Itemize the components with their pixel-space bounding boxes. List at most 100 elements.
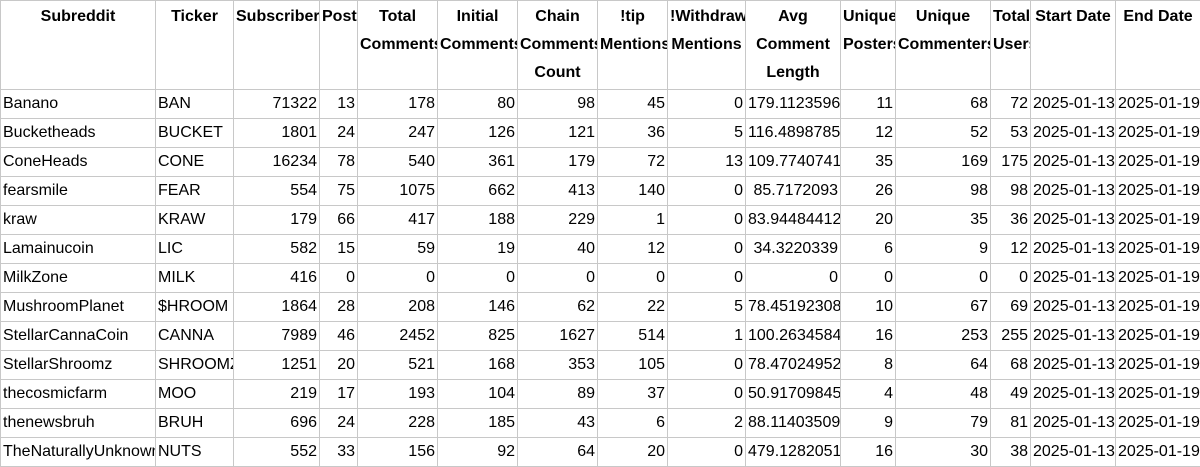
cell-avg-comment-length: 34.3220339 — [746, 235, 841, 264]
cell-total-comments: 208 — [358, 293, 438, 322]
table-row: StellarCannaCoinCANNA7989462452825162751… — [1, 322, 1200, 351]
cell-avg-comment-length: 179.1123596 — [746, 90, 841, 119]
cell-avg-comment-length: 479.1282051 — [746, 438, 841, 467]
cell-ticker: SHROOMZ — [156, 351, 234, 380]
cell-subscribers: 16234 — [234, 148, 320, 177]
cell-subscribers: 1251 — [234, 351, 320, 380]
cell-subreddit: thenewsbruh — [1, 409, 156, 438]
header-row: Subreddit Ticker Subscribers Posts Total… — [1, 1, 1200, 90]
cell-total-users: 81 — [991, 409, 1031, 438]
cell-end-date: 2025-01-19 — [1116, 409, 1200, 438]
cell-end-date: 2025-01-19 — [1116, 235, 1200, 264]
cell-total-comments: 2452 — [358, 322, 438, 351]
cell-end-date: 2025-01-19 — [1116, 322, 1200, 351]
cell-chain-comments-count: 62 — [518, 293, 598, 322]
cell-chain-comments-count: 64 — [518, 438, 598, 467]
cell-unique-posters: 10 — [841, 293, 896, 322]
cell-total-users: 38 — [991, 438, 1031, 467]
cell-start-date: 2025-01-13 — [1031, 409, 1116, 438]
cell-initial-comments: 188 — [438, 206, 518, 235]
cell-total-comments: 417 — [358, 206, 438, 235]
cell-unique-commenters: 0 — [896, 264, 991, 293]
cell-unique-commenters: 35 — [896, 206, 991, 235]
cell-posts: 0 — [320, 264, 358, 293]
cell-posts: 15 — [320, 235, 358, 264]
cell-subreddit: fearsmile — [1, 177, 156, 206]
cell-initial-comments: 168 — [438, 351, 518, 380]
cell-unique-commenters: 64 — [896, 351, 991, 380]
cell-initial-comments: 361 — [438, 148, 518, 177]
cell-chain-comments-count: 1627 — [518, 322, 598, 351]
cell-unique-posters: 20 — [841, 206, 896, 235]
cell-start-date: 2025-01-13 — [1031, 206, 1116, 235]
cell-unique-commenters: 253 — [896, 322, 991, 351]
cell-withdraw-mentions: 5 — [668, 119, 746, 148]
cell-avg-comment-length: 78.47024952 — [746, 351, 841, 380]
cell-total-users: 36 — [991, 206, 1031, 235]
cell-tip-mentions: 0 — [598, 264, 668, 293]
cell-withdraw-mentions: 0 — [668, 235, 746, 264]
cell-end-date: 2025-01-19 — [1116, 119, 1200, 148]
cell-end-date: 2025-01-19 — [1116, 438, 1200, 467]
cell-subscribers: 554 — [234, 177, 320, 206]
cell-end-date: 2025-01-19 — [1116, 177, 1200, 206]
header-tip-mentions: !tip Mentions — [598, 1, 668, 90]
cell-initial-comments: 185 — [438, 409, 518, 438]
cell-subreddit: Bucketheads — [1, 119, 156, 148]
table-row: krawKRAW179664171882291083.9448441220353… — [1, 206, 1200, 235]
cell-total-users: 255 — [991, 322, 1031, 351]
header-initial-comments: Initial Comments — [438, 1, 518, 90]
table-row: ConeHeadsCONE16234785403611797213109.774… — [1, 148, 1200, 177]
cell-unique-commenters: 98 — [896, 177, 991, 206]
cell-posts: 13 — [320, 90, 358, 119]
cell-withdraw-mentions: 5 — [668, 293, 746, 322]
cell-posts: 24 — [320, 409, 358, 438]
cell-total-comments: 228 — [358, 409, 438, 438]
cell-start-date: 2025-01-13 — [1031, 322, 1116, 351]
cell-total-users: 68 — [991, 351, 1031, 380]
cell-initial-comments: 104 — [438, 380, 518, 409]
cell-total-users: 72 — [991, 90, 1031, 119]
subreddit-stats-table: Subreddit Ticker Subscribers Posts Total… — [0, 0, 1200, 467]
cell-unique-posters: 26 — [841, 177, 896, 206]
cell-subreddit: StellarCannaCoin — [1, 322, 156, 351]
cell-ticker: BRUH — [156, 409, 234, 438]
cell-subscribers: 582 — [234, 235, 320, 264]
cell-posts: 75 — [320, 177, 358, 206]
cell-initial-comments: 126 — [438, 119, 518, 148]
cell-withdraw-mentions: 0 — [668, 380, 746, 409]
cell-unique-posters: 4 — [841, 380, 896, 409]
cell-withdraw-mentions: 0 — [668, 264, 746, 293]
cell-unique-posters: 11 — [841, 90, 896, 119]
cell-total-users: 69 — [991, 293, 1031, 322]
cell-avg-comment-length: 100.2634584 — [746, 322, 841, 351]
cell-subscribers: 179 — [234, 206, 320, 235]
cell-initial-comments: 92 — [438, 438, 518, 467]
cell-avg-comment-length: 50.91709845 — [746, 380, 841, 409]
cell-subreddit: ConeHeads — [1, 148, 156, 177]
cell-total-users: 175 — [991, 148, 1031, 177]
cell-unique-posters: 12 — [841, 119, 896, 148]
cell-avg-comment-length: 78.45192308 — [746, 293, 841, 322]
cell-chain-comments-count: 229 — [518, 206, 598, 235]
cell-unique-commenters: 52 — [896, 119, 991, 148]
cell-ticker: $HROOM — [156, 293, 234, 322]
cell-tip-mentions: 37 — [598, 380, 668, 409]
cell-end-date: 2025-01-19 — [1116, 90, 1200, 119]
cell-start-date: 2025-01-13 — [1031, 438, 1116, 467]
cell-unique-posters: 16 — [841, 438, 896, 467]
cell-unique-commenters: 68 — [896, 90, 991, 119]
cell-total-comments: 193 — [358, 380, 438, 409]
cell-ticker: LIC — [156, 235, 234, 264]
header-subreddit: Subreddit — [1, 1, 156, 90]
cell-total-comments: 540 — [358, 148, 438, 177]
cell-posts: 46 — [320, 322, 358, 351]
cell-end-date: 2025-01-19 — [1116, 206, 1200, 235]
cell-end-date: 2025-01-19 — [1116, 148, 1200, 177]
cell-ticker: CANNA — [156, 322, 234, 351]
cell-start-date: 2025-01-13 — [1031, 351, 1116, 380]
cell-avg-comment-length: 116.4898785 — [746, 119, 841, 148]
cell-start-date: 2025-01-13 — [1031, 177, 1116, 206]
table-body: BananoBAN71322131788098450179.1123596116… — [1, 90, 1200, 467]
cell-total-comments: 521 — [358, 351, 438, 380]
